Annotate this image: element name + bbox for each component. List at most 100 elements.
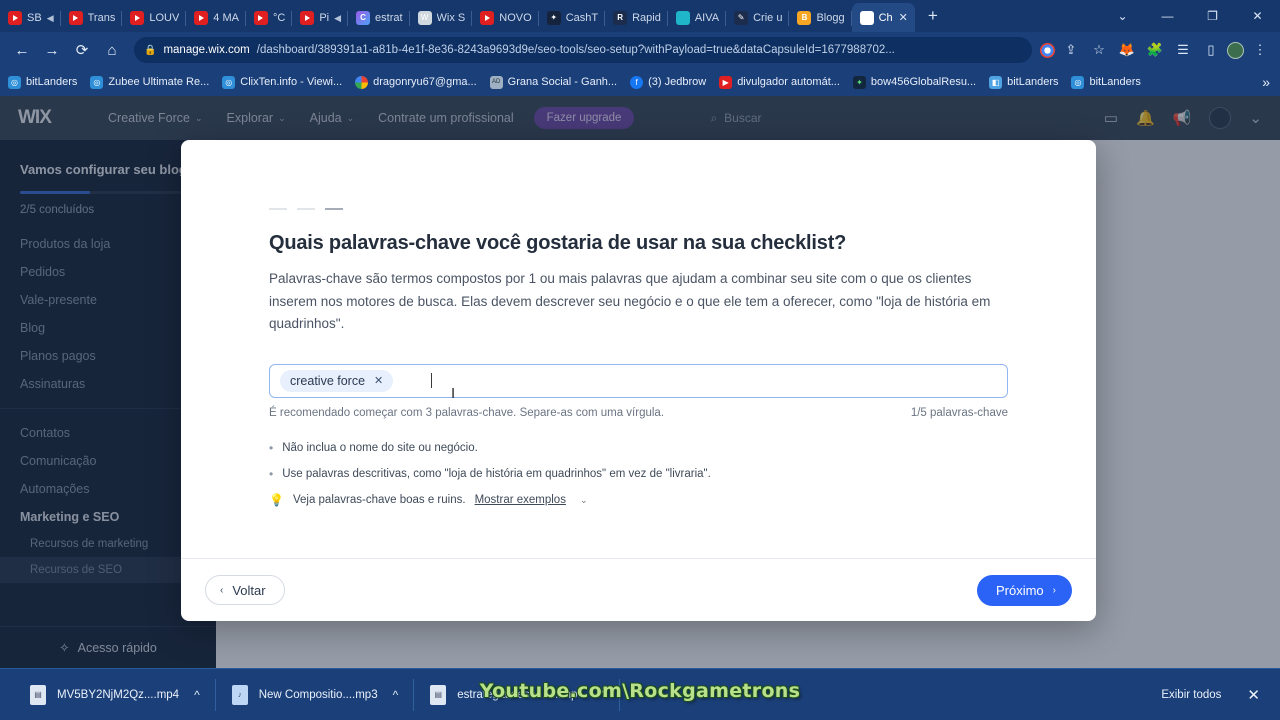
window-controls: ⌄ — ❐ ✕ [1100,0,1280,32]
bookmark-item[interactable]: ◎ ClixTen.info - Viewi... [222,75,342,89]
modal-description: Palavras-chave são termos compostos por … [269,271,991,331]
facebook-icon: f [630,75,644,89]
mute-icon[interactable]: ◀ [47,13,54,24]
browser-tab[interactable]: 4 MA [186,4,246,32]
bookmark-item[interactable]: f (3) Jedbrow [630,75,706,89]
browser-tab[interactable]: ✎ Crie u [726,4,790,32]
show-all-downloads-link[interactable]: Exibir todos [1161,689,1221,701]
bookmarks-bar: ◎ bitLanders ◎ Zubee Ultimate Re... ◎ ClixT… [0,68,1280,96]
close-window-button[interactable]: ✕ [1235,0,1280,32]
forward-icon[interactable]: → [38,36,66,64]
step-dash [297,208,315,210]
browser-tab[interactable]: NOVO [472,4,539,32]
close-icon[interactable]: ✕ [1247,686,1260,704]
browser-tab[interactable]: ✦ CashT [539,4,606,32]
hint-text: Use palavras descritivas, como "loja de … [282,467,711,480]
bookmark-star-icon[interactable]: ☆ [1087,38,1111,62]
download-item[interactable]: ▤ estrategia desenn....mp4 ^ [414,669,621,720]
browser-tab[interactable]: W Wix S [410,4,473,32]
keyword-chip[interactable]: creative force ✕ [280,369,394,392]
chevron-left-icon: ‹ [220,584,224,596]
next-button-label: Próximo [995,582,1044,598]
back-button[interactable]: ‹ Voltar [205,575,285,605]
wix-icon: WIX [859,10,874,25]
bookmarks-overflow-button[interactable]: » [1262,74,1272,90]
profile-avatar-icon[interactable] [1227,41,1244,59]
bookmark-item[interactable]: ◎ Zubee Ultimate Re... [90,75,209,89]
cashtree-icon: ✦ [546,11,561,25]
blue-globe-icon: ◎ [222,75,236,89]
chevron-up-icon[interactable]: ^ [393,688,399,702]
show-examples-link[interactable]: Mostrar exemplos [475,493,566,508]
extension-orange-icon[interactable]: 🦊 [1115,38,1139,62]
minimize-button[interactable]: — [1145,0,1190,32]
back-button-label: Voltar [232,582,266,598]
download-item[interactable]: ♪ New Compositio....mp3 ^ [216,669,415,720]
bookmark-label: Grana Social - Ganh... [507,76,618,88]
browser-tab[interactable]: °C [246,4,293,32]
maximize-button[interactable]: ❐ [1190,0,1235,32]
chevron-up-icon[interactable]: ^ [194,688,200,702]
browser-tab[interactable]: SB ◀ [0,4,61,32]
downloads-bar: ▤ MV5BY2NjM2Qz....mp4 ^ ♪ New Compositio… [0,668,1280,720]
bookmark-item[interactable]: ◎ bitLanders [8,75,77,89]
reload-icon[interactable]: ⟳ [68,36,96,64]
browser-tab[interactable]: Pi ◀ [292,4,348,32]
chevron-up-icon[interactable]: ^ [599,688,605,702]
sidepanel-icon[interactable]: ▯ [1199,38,1223,62]
mute-icon[interactable]: ◀ [334,13,341,24]
tab-title: Ch [878,11,893,24]
helper-text: É recomendado começar com 3 palavras-cha… [269,406,665,419]
download-item[interactable]: ▤ MV5BY2NjM2Qz....mp4 ^ [14,669,216,720]
playlist-icon[interactable]: ☰ [1171,38,1195,62]
browser-tab[interactable]: LOUV [122,4,187,32]
step-dash [269,208,287,210]
lock-icon: 🔒 [144,44,157,56]
browser-tab[interactable]: Trans [61,4,123,32]
browser-tab[interactable]: AIVA [668,4,727,32]
browser-tab-strip: SB ◀ Trans LOUV 4 MA °C Pi ◀ Cestrat W Wix … [0,0,1280,32]
share-icon[interactable]: ⇪ [1059,38,1083,62]
blogger-icon: B [797,11,812,25]
wix-studio-icon: W [417,11,432,25]
bullet-icon: • [269,440,274,455]
bookmark-label: divulgador automát... [737,76,840,88]
tab-title: AIVA [694,12,720,24]
bookmark-item[interactable]: ▶ divulgador automát... [719,75,840,89]
hint-item: • Não inclua o nome do site ou negócio. [269,441,1008,456]
close-icon[interactable]: ✕ [374,374,383,387]
new-tab-button[interactable]: + [919,2,947,30]
home-icon[interactable]: ⌂ [98,36,126,64]
browser-tab[interactable]: R Rapid [605,4,668,32]
youtube-icon [68,11,83,25]
next-button[interactable]: Próximo › [976,574,1072,606]
bookmark-item[interactable]: ◧ bitLanders [989,75,1058,89]
browser-tab[interactable]: Cestrat [348,4,410,32]
browser-tab-active[interactable]: WIX Ch ✕ [851,3,915,32]
file-mp4-icon: ▤ [430,684,447,705]
tab-title: °C [272,12,286,24]
hint-text: Veja palavras-chave boas e ruins. [292,493,466,506]
google-icon[interactable] [1040,42,1055,58]
tab-title: Crie u [753,12,783,24]
browser-tab[interactable]: B Blogg [789,4,852,32]
text-caret [431,373,433,388]
bookmark-item[interactable]: AD Grana Social - Ganh... [489,75,618,89]
youtube-icon [8,11,22,25]
bookmark-item[interactable]: dragonryu67@gma... [355,75,477,89]
kebab-menu-icon[interactable]: ⋮ [1248,38,1272,62]
extension-puzzle-icon[interactable]: 🧩 [1143,38,1167,62]
bookmark-item[interactable]: ✦ bow456GlobalResu... [852,75,976,89]
step-dash-active [325,208,343,210]
back-icon[interactable]: ← [8,36,36,64]
seo-keywords-modal: Quais palavras-chave você gostaria de us… [181,140,1096,621]
tab-search-chevron-down-icon[interactable]: ⌄ [1100,0,1145,32]
close-icon[interactable]: ✕ [899,11,908,24]
modal-footer: ‹ Voltar Próximo › [181,558,1096,621]
keywords-input-field[interactable]: creative force ✕ I [269,363,1008,402]
url-bar[interactable]: 🔒 manage.wix.com/dashboard/389391a1-a81b… [134,37,1032,63]
chevron-down-icon[interactable]: ⌄ [580,493,588,508]
url-path: /dashboard/389391a1-a81b-4e1f-8e36-8243a… [256,44,895,56]
mouse-text-cursor-icon: I [451,384,456,402]
bookmark-item[interactable]: ◎ bitLanders [1071,75,1141,89]
